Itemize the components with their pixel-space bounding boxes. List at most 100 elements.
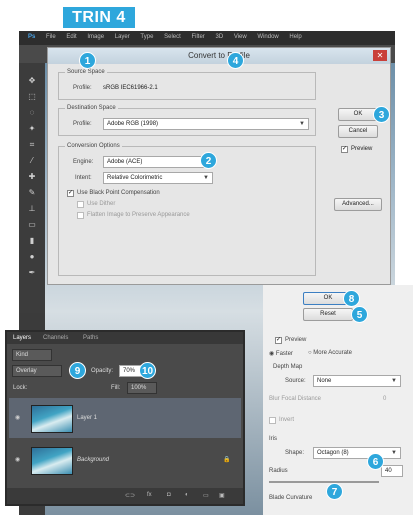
menu-window[interactable]: Window [257,34,278,40]
new-layer-icon[interactable]: ▣ [219,492,225,499]
preview-label: Preview [351,146,373,152]
shape-value: Octagon (8) [317,450,349,456]
callout-badge-7: 7 [326,483,343,500]
layer-row[interactable]: ◉ Layer 1 [9,398,241,438]
close-icon[interactable]: ✕ [373,50,387,61]
mask-icon[interactable]: ◘ [167,492,171,498]
intent-select[interactable]: Relative Colorimetric ▼ [103,172,213,184]
folder-icon[interactable]: ▭ [203,492,209,499]
tools-panel: ✥ ⬚ ◌ ✦ ⌗ ⁄ ✚ ✎ ⊥ ▭ ▮ ● ✒ [19,63,45,313]
chevron-down-icon: ▼ [391,378,397,384]
shape-label: Shape: [285,450,305,456]
ok-button[interactable]: OK [338,108,378,121]
radius-label: Radius [269,468,288,474]
faster-radio[interactable]: ◉ Faster [269,350,293,357]
menu-select[interactable]: Select [164,34,181,40]
depth-map-label: Depth Map [273,364,303,370]
tab-channels[interactable]: Channels [43,335,68,341]
source-space-group: Source Space Profile: sRGB IEC61966-2.1 [58,69,316,100]
app-logo: Ps [28,34,36,40]
move-tool-icon[interactable]: ✥ [27,77,37,85]
link-icon[interactable]: ⊂⊃ [125,492,135,499]
menu-layer[interactable]: Layer [115,34,130,40]
visibility-eye-icon[interactable]: ◉ [15,456,20,463]
menu-3d[interactable]: 3D [215,34,223,40]
visibility-eye-icon[interactable]: ◉ [15,414,20,421]
layers-tabbar: Layers Channels Paths [7,332,243,344]
callout-badge-8: 8 [343,290,360,307]
adjustment-icon[interactable]: ◐ [185,492,189,498]
blade-curvature-label: Blade Curvature [269,495,313,501]
depth-source-select[interactable]: None ▼ [313,375,401,387]
layers-panel: Layers Channels Paths Kind Overlay Opaci… [5,330,245,506]
chevron-down-icon: ▼ [299,121,305,127]
lock-icon: 🔒 [223,457,231,463]
marquee-tool-icon[interactable]: ⬚ [27,93,37,101]
conversion-options-group: Conversion Options Engine: Adobe (ACE) ▼… [58,143,316,276]
radius-slider[interactable] [269,481,379,483]
blur-preview-checkbox[interactable]: ✓ [275,337,282,344]
engine-label: Engine: [73,159,94,165]
dither-checkbox[interactable] [77,201,84,208]
engine-value: Adobe (ACE) [107,159,143,165]
tab-layers[interactable]: Layers [13,335,31,341]
flatten-label: Flatten Image to Preserve Appearance [87,212,190,218]
dialog-title: Convert to Profile [48,48,390,64]
bpc-checkbox[interactable]: ✓ [67,190,74,197]
blur-preview-label: Preview [285,337,307,343]
menu-type[interactable]: Type [140,34,153,40]
lock-label: Lock: [13,385,28,391]
source-profile-label: Profile: [73,85,92,91]
layer-name: Layer 1 [77,415,98,421]
callout-badge-9: 9 [69,362,86,379]
invert-checkbox[interactable] [269,417,276,424]
opacity-label: Opacity: [91,368,114,374]
eraser-tool-icon[interactable]: ▭ [27,221,37,229]
layer-thumbnail [31,405,73,433]
advanced-button[interactable]: Advanced... [334,198,382,211]
fill-label: Fill: [111,385,121,391]
destination-space-group: Destination Space Profile: Adobe RGB (19… [58,105,316,136]
wand-tool-icon[interactable]: ✦ [27,125,37,133]
shape-select[interactable]: Octagon (8) ▼ [313,447,401,459]
chevron-down-icon: ▼ [203,175,209,181]
stamp-tool-icon[interactable]: ⊥ [27,205,37,213]
preview-checkbox[interactable]: ✓ [341,146,348,153]
bpc-label: Use Black Point Compensation [77,190,160,196]
eyedropper-tool-icon[interactable]: ⁄ [27,157,37,165]
engine-select[interactable]: Adobe (ACE) ▼ [103,156,213,168]
menu-file[interactable]: File [46,34,56,40]
brush-tool-icon[interactable]: ✎ [27,189,37,197]
more-accurate-radio[interactable]: ○ More Accurate [308,350,352,356]
heal-tool-icon[interactable]: ✚ [27,173,37,181]
dodge-tool-icon[interactable]: ● [27,253,37,261]
gradient-tool-icon[interactable]: ▮ [27,237,37,245]
blur-reset-button[interactable]: Reset [303,308,353,321]
menu-image[interactable]: Image [87,34,104,40]
invert-label: Invert [279,417,295,423]
convert-to-profile-dialog: Convert to Profile ✕ Source Space Profil… [47,47,391,285]
blend-mode-select[interactable]: Overlay [12,365,62,377]
flatten-checkbox[interactable] [77,212,84,219]
layer-row[interactable]: ◉ Background 🔒 [9,440,241,480]
destination-profile-select[interactable]: Adobe RGB (1998) ▼ [103,118,309,130]
menu-help[interactable]: Help [289,34,301,40]
fx-icon[interactable]: fx [147,492,152,498]
menu-view[interactable]: View [234,34,247,40]
dither-label: Use Dither [87,201,116,207]
source-profile-value: sRGB IEC61966-2.1 [103,85,158,91]
menu-edit[interactable]: Edit [66,34,76,40]
pen-tool-icon[interactable]: ✒ [27,269,37,277]
fill-field[interactable]: 100% [127,382,157,394]
destination-space-label: Destination Space [65,105,118,111]
lasso-tool-icon[interactable]: ◌ [27,109,37,117]
crop-tool-icon[interactable]: ⌗ [27,141,37,149]
callout-badge-10: 10 [139,362,156,379]
cancel-button[interactable]: Cancel [338,125,378,138]
menu-filter[interactable]: Filter [191,34,204,40]
tab-paths[interactable]: Paths [83,335,98,341]
iris-label: Iris [269,436,277,442]
radius-field[interactable]: 40 [381,465,403,477]
layer-filter-select[interactable]: Kind [12,349,52,361]
destination-profile-value: Adobe RGB (1998) [107,121,159,127]
